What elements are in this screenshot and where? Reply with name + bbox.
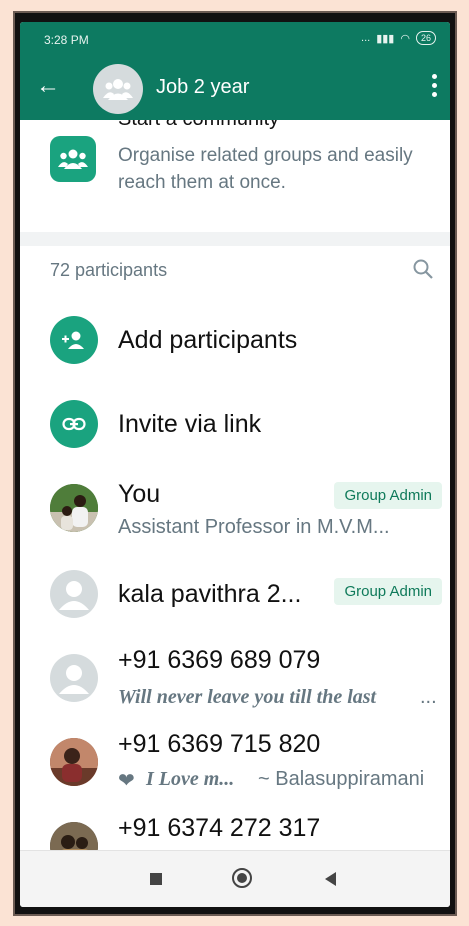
heart-emoji-icon: ❤ [118,770,135,792]
phone-screen: 3:28 PM ... ▮▮▮ ◠ 26 ← Job 2 year Start … [20,22,450,907]
default-avatar-icon [50,570,98,618]
invite-link-label: Invite via link [118,410,262,438]
member-about: Will never leave you till the last [118,686,377,708]
group-title[interactable]: Job 2 year [156,76,249,99]
community-icon [50,136,96,182]
participants-count: 72 participants [50,260,168,280]
wifi-icon: ◠ [400,32,410,45]
system-nav-bar [20,850,450,907]
member-row[interactable]: +91 6369 715 820 ❤ I Love m... ~ Balasup… [20,724,450,804]
member-about-author: ~ Balasuppiramani [258,768,425,790]
status-time: 3:28 PM [44,33,89,47]
status-icons: ... ▮▮▮ ◠ 26 [361,31,436,45]
invite-link-row[interactable]: Invite via link [20,384,450,464]
add-participant-icon [50,316,98,364]
more-options-icon[interactable] [432,74,438,101]
member-avatar [50,484,98,532]
community-description: Organise related groups and easily reach… [118,145,413,193]
default-avatar-icon [50,654,98,702]
cell-signal-icon: ▮▮▮ [376,32,395,45]
member-avatar [50,738,98,786]
recents-icon[interactable] [150,873,162,885]
about-ellipsis: ... [420,686,437,708]
battery-icon: 26 [415,31,436,45]
member-row[interactable]: +91 6369 689 079 Will never leave you ti… [20,640,450,720]
member-about: I Love m... [146,768,235,790]
nav-back-icon[interactable] [325,872,336,886]
section-divider [20,232,450,246]
member-about: Assistant Professor in M.V.M... [118,516,390,538]
back-arrow-icon[interactable]: ← [36,74,60,98]
member-row[interactable]: kala pavithra 2... Group Admin [20,562,450,642]
signal-dots-icon: ... [361,32,371,44]
group-people-icon [103,79,133,100]
member-name: You [118,480,161,508]
group-avatar[interactable] [93,64,143,114]
member-name: kala pavithra 2... [118,580,302,608]
home-icon[interactable] [232,868,252,888]
link-icon [50,400,98,448]
status-bar: 3:28 PM ... ▮▮▮ ◠ 26 [20,22,450,56]
community-title: Start a community [118,120,279,131]
search-icon[interactable] [412,258,434,280]
member-name: +91 6369 715 820 [118,730,321,758]
community-section[interactable]: Start a community Organise related group… [20,120,450,232]
member-row[interactable]: You Group Admin Assistant Professor in M… [20,466,450,546]
group-admin-badge: Group Admin [334,578,442,605]
app-bar: ← Job 2 year [20,56,450,120]
member-name: +91 6374 272 317 [118,814,321,842]
group-admin-badge: Group Admin [334,482,442,509]
add-participants-row[interactable]: Add participants [20,300,450,380]
add-participants-label: Add participants [118,326,298,354]
member-name: +91 6369 689 079 [118,646,321,674]
